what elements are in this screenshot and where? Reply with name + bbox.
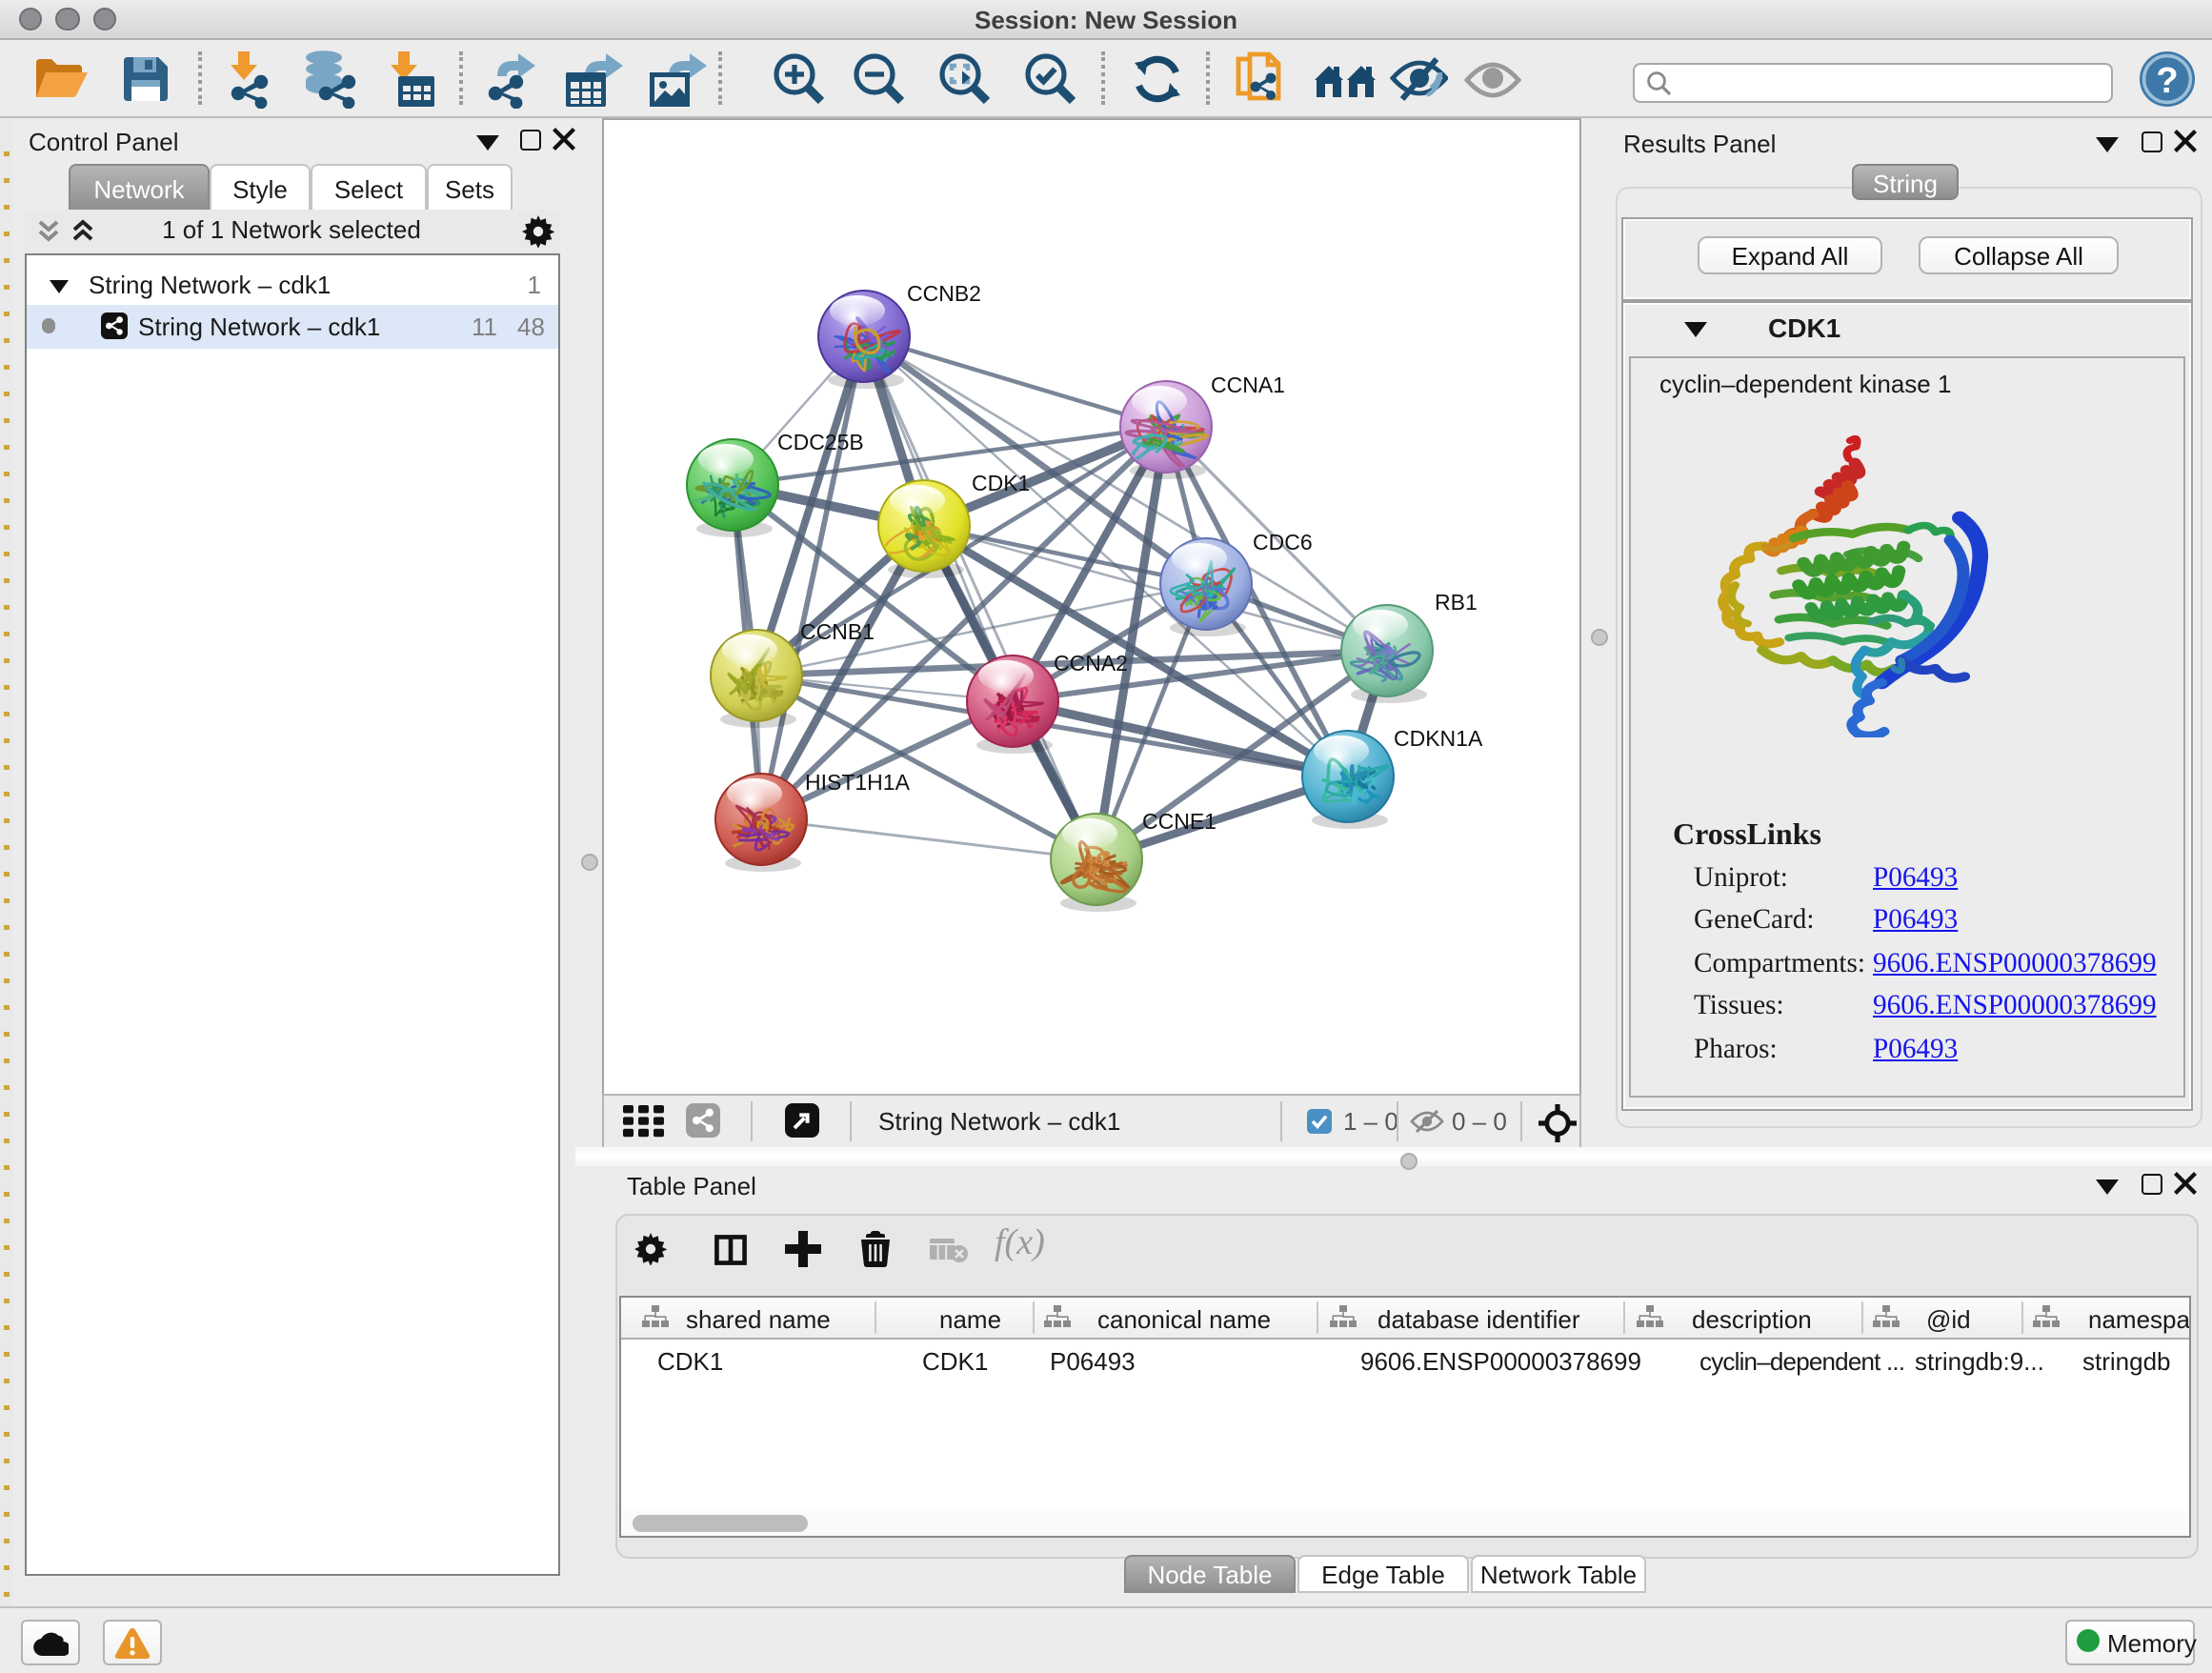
svg-text:CDC25B: CDC25B	[777, 430, 864, 454]
svg-text:RB1: RB1	[1435, 590, 1478, 615]
svg-text:CCNB2: CCNB2	[907, 281, 981, 306]
svg-text:?: ?	[2156, 61, 2178, 101]
svg-text:CCNA2: CCNA2	[1054, 651, 1128, 675]
svg-text:HIST1H1A: HIST1H1A	[805, 770, 911, 795]
svg-text:CCNA1: CCNA1	[1211, 373, 1285, 397]
svg-text:CDK1: CDK1	[972, 471, 1030, 495]
svg-text:CDKN1A: CDKN1A	[1394, 726, 1483, 751]
svg-text:CDC6: CDC6	[1253, 530, 1313, 554]
svg-text:CCNE1: CCNE1	[1142, 809, 1217, 834]
svg-text:CCNB1: CCNB1	[800, 619, 875, 644]
